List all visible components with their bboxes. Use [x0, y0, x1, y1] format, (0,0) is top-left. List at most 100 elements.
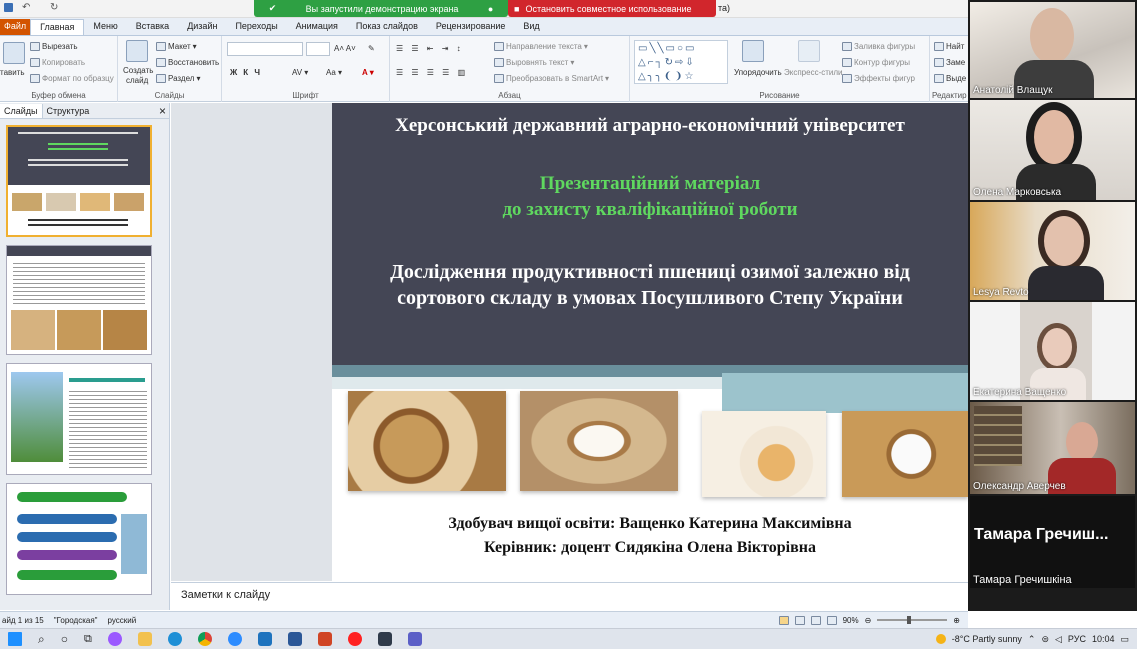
zoom-out-icon[interactable]: ⊖: [865, 616, 872, 625]
teams-icon[interactable]: [407, 632, 422, 646]
zoom-in-icon[interactable]: ⊕: [953, 616, 960, 625]
sorter-view-icon[interactable]: [794, 615, 805, 625]
reset-button[interactable]: Восстановить: [156, 58, 219, 67]
shapes-gallery[interactable]: ▭╲╲▭○▭ △⌐┐↻⇨⇩ △╮╮❨❩☆: [634, 40, 728, 84]
undo-icon[interactable]: ↶: [22, 2, 30, 13]
folder-icon[interactable]: [137, 632, 152, 646]
clock[interactable]: 10:04: [1092, 634, 1115, 644]
task-view-icon[interactable]: ⧉: [84, 633, 92, 646]
tab-insert[interactable]: Вставка: [127, 19, 178, 35]
search-icon[interactable]: ⌕: [38, 632, 45, 647]
arrange-button[interactable]: Упорядочить: [734, 68, 782, 77]
slide-canvas[interactable]: Херсонський державний аграрно-економічни…: [332, 103, 968, 581]
cut-button[interactable]: Вырезать: [30, 42, 78, 51]
section-button[interactable]: Раздел ▾: [156, 74, 200, 83]
slide-thumbnail-3[interactable]: [6, 363, 152, 475]
word-icon[interactable]: [287, 632, 302, 646]
save-icon[interactable]: [4, 3, 13, 12]
weather-icon[interactable]: [935, 634, 946, 644]
participant-tile[interactable]: Анатолій Влащук: [970, 2, 1135, 98]
new-slide-icon[interactable]: [126, 40, 148, 62]
slide-thumbnail-4[interactable]: [6, 483, 152, 595]
arrange-icon[interactable]: [742, 40, 764, 62]
scissors-icon: [30, 42, 40, 51]
paste-button[interactable]: тавить: [0, 68, 25, 77]
smartart-button[interactable]: Преобразовать в SmartArt ▾: [494, 74, 609, 83]
yandex-icon[interactable]: [347, 632, 362, 646]
shape-fill-button[interactable]: Заливка фигуры: [842, 42, 915, 51]
new-slide-button-line2[interactable]: слайд: [126, 76, 148, 85]
participant-tile[interactable]: Тамара Гречиш... Тамара Гречишкіна: [970, 496, 1135, 588]
case-icon[interactable]: Aa ▾: [326, 68, 342, 77]
layout-button[interactable]: Макет ▾: [156, 42, 197, 51]
tab-review[interactable]: Рецензирование: [427, 19, 515, 35]
spacing-icon[interactable]: AV ▾: [292, 68, 308, 77]
zoom-app-icon[interactable]: [227, 632, 242, 646]
paste-icon[interactable]: [3, 42, 25, 64]
language-indicator[interactable]: русский: [108, 616, 137, 625]
grow-font-icon[interactable]: A˄ A˅: [334, 44, 356, 53]
align-icons[interactable]: ☰ ☰ ☰ ☰ ▥: [396, 68, 468, 77]
shape-outline-button[interactable]: Контур фигуры: [842, 58, 910, 67]
select-button[interactable]: Выде: [934, 74, 966, 83]
tab-transitions[interactable]: Переходы: [226, 19, 286, 35]
format-painter-button[interactable]: Формат по образцу: [30, 74, 114, 83]
zoom-level[interactable]: 90%: [843, 616, 859, 625]
mail-icon[interactable]: [257, 632, 272, 646]
font-name-select[interactable]: [227, 42, 303, 56]
text-direction-button[interactable]: Направление текста ▾: [494, 42, 588, 51]
edge-icon[interactable]: [167, 632, 182, 646]
quick-styles-icon[interactable]: [798, 40, 820, 62]
slideshow-view-icon[interactable]: [826, 615, 837, 625]
powerpoint-icon[interactable]: [317, 632, 332, 646]
close-pane-icon[interactable]: ×: [159, 104, 170, 118]
font-size-select[interactable]: [306, 42, 330, 56]
participant-tile[interactable]: Олександр Аверчев: [970, 402, 1135, 494]
font-color-icon[interactable]: A ▾: [362, 68, 374, 77]
font-style-icons[interactable]: ЖКЧ: [230, 68, 266, 77]
slide-thumbnail-2[interactable]: [6, 245, 152, 355]
terminal-icon[interactable]: [377, 632, 392, 646]
new-slide-button[interactable]: Создать: [123, 66, 153, 75]
align-text-button[interactable]: Выровнять текст ▾: [494, 58, 574, 67]
network-icon[interactable]: ⊜: [1041, 634, 1049, 645]
tab-slideshow[interactable]: Показ слайдов: [347, 19, 427, 35]
clear-format-icon[interactable]: ✎: [368, 44, 375, 53]
participant-tile[interactable]: Олена Марковська: [970, 100, 1135, 200]
participant-tile[interactable]: Екатерина Ващенко: [970, 302, 1135, 400]
tab-home[interactable]: Главная: [30, 19, 85, 35]
redo-icon[interactable]: ↻: [50, 2, 58, 13]
replace-button[interactable]: Заме: [934, 58, 965, 67]
chevron-up-icon[interactable]: ⌃: [1028, 634, 1036, 645]
find-button[interactable]: Найт: [934, 42, 964, 51]
shape-effects-button[interactable]: Эффекты фигур: [842, 74, 915, 83]
zoom-slider[interactable]: [877, 616, 948, 624]
cortana-icon[interactable]: ○: [61, 632, 68, 646]
slide-thumbnail-1[interactable]: [6, 125, 152, 237]
tab-design[interactable]: Дизайн: [178, 19, 226, 35]
normal-view-icon[interactable]: [778, 615, 789, 625]
notifications-icon[interactable]: ▭: [1120, 634, 1129, 645]
tab-menu[interactable]: Меню: [84, 19, 126, 35]
quick-styles-button[interactable]: Экспресс-стили: [784, 68, 843, 77]
tab-slides[interactable]: Слайды: [0, 103, 43, 118]
copy-button[interactable]: Копировать: [30, 58, 85, 67]
reading-view-icon[interactable]: [810, 615, 821, 625]
list-icons[interactable]: ☰ ☰ ⇤ ⇥ ↕: [396, 44, 464, 53]
notes-pane[interactable]: Заметки к слайду: [171, 582, 968, 610]
chrome-icon[interactable]: [197, 632, 212, 646]
app-icon[interactable]: [107, 632, 122, 646]
participant-name: Анатолій Влащук: [973, 85, 1053, 96]
layout-label: Макет: [168, 42, 191, 51]
tab-animations[interactable]: Анимация: [287, 19, 347, 35]
input-language[interactable]: РУС: [1068, 634, 1086, 644]
stop-sharing-button[interactable]: ■ Остановить совместное использование: [508, 0, 716, 17]
weather-text[interactable]: -8°C Partly sunny: [952, 634, 1022, 644]
start-icon[interactable]: [8, 632, 22, 646]
participant-tile[interactable]: Lesya Revto: [970, 202, 1135, 300]
volume-icon[interactable]: ◁: [1055, 634, 1062, 645]
tab-file[interactable]: Файл: [0, 19, 31, 35]
reset-label: Восстановить: [168, 58, 220, 67]
tab-structure[interactable]: Структура: [43, 104, 94, 118]
tab-view[interactable]: Вид: [514, 19, 548, 35]
